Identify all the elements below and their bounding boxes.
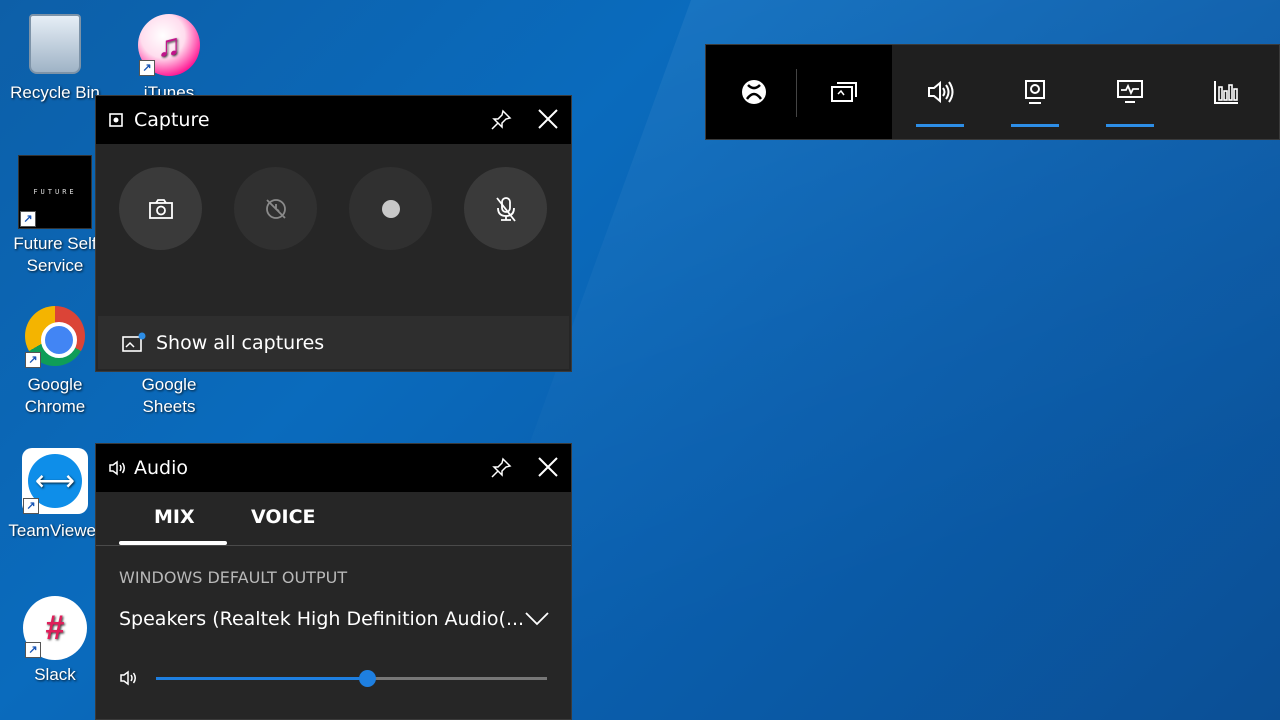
- audio-tabs: MIX VOICE: [96, 492, 571, 546]
- capture-widget-title: Capture: [134, 109, 210, 131]
- show-all-captures-label: Show all captures: [156, 331, 325, 354]
- volume-control: [119, 666, 549, 690]
- volume-slider-fill: [156, 677, 368, 680]
- desktop-icon-slack[interactable]: # ↗ Slack: [0, 596, 110, 686]
- volume-slider-thumb[interactable]: [359, 670, 377, 687]
- performance-widget-button[interactable]: [1082, 45, 1178, 139]
- shortcut-arrow-icon: ↗: [139, 60, 155, 76]
- active-indicator: [916, 124, 964, 127]
- close-icon[interactable]: [535, 454, 561, 480]
- show-all-captures-button[interactable]: Show all captures: [98, 316, 569, 369]
- desktop-icon-recycle-bin[interactable]: Recycle Bin: [0, 14, 110, 104]
- xbox-button[interactable]: [706, 45, 802, 139]
- output-device-name: Speakers (Realtek High Definition Audio(…: [119, 608, 525, 630]
- record-last-disabled-icon: [265, 198, 286, 219]
- pin-icon[interactable]: [489, 108, 513, 132]
- shortcut-arrow-icon: ↗: [23, 498, 39, 514]
- capture-widget: Capture Show all captures: [95, 95, 572, 372]
- active-indicator: [1106, 124, 1154, 127]
- record-button[interactable]: [349, 167, 432, 250]
- desktop-icon-teamviewer[interactable]: ⟷ ↗ TeamViewer: [0, 448, 110, 542]
- record-dot-icon: [381, 199, 400, 218]
- active-indicator: [1011, 124, 1059, 127]
- audio-widget-header[interactable]: Audio: [96, 444, 571, 492]
- xbox-icon: [742, 80, 766, 104]
- game-bar: [705, 44, 1280, 140]
- shortcut-arrow-icon: ↗: [25, 642, 41, 658]
- gallery-icon: [122, 332, 146, 352]
- widget-menu-icon: [831, 82, 857, 102]
- shortcut-arrow-icon: ↗: [25, 352, 41, 368]
- speaker-icon[interactable]: [119, 669, 141, 687]
- widget-menu-button[interactable]: [796, 45, 892, 139]
- chevron-down-icon: [525, 612, 549, 626]
- capture-widget-icon: [109, 113, 123, 127]
- tab-mix[interactable]: MIX: [154, 506, 195, 528]
- capture-icon: [1025, 80, 1045, 104]
- desktop-icon-future-self-service[interactable]: FUTURE ↗ Future Self Service: [0, 155, 110, 277]
- audio-widget-button[interactable]: [892, 45, 988, 139]
- record-last-button[interactable]: [234, 167, 317, 250]
- resources-widget-button[interactable]: [1178, 45, 1274, 139]
- speaker-icon: [928, 80, 954, 104]
- close-icon[interactable]: [535, 106, 561, 132]
- capture-buttons: [96, 144, 571, 250]
- speaker-icon: [109, 460, 125, 476]
- output-device-dropdown[interactable]: Speakers (Realtek High Definition Audio(…: [119, 608, 549, 630]
- shortcut-arrow-icon: ↗: [20, 211, 36, 227]
- performance-icon: [1117, 80, 1143, 103]
- audio-widget: Audio MIX VOICE WINDOWS DEFAULT OUTPUT S…: [95, 443, 572, 720]
- camera-icon: [148, 198, 173, 219]
- mic-off-icon: [495, 196, 516, 222]
- desktop-icon-google-chrome[interactable]: ↗ Google Chrome: [0, 306, 110, 418]
- screenshot-button[interactable]: [119, 167, 202, 250]
- recycle-bin-icon: [29, 14, 81, 74]
- active-tab-indicator: [119, 541, 227, 545]
- pin-icon[interactable]: [489, 456, 513, 480]
- capture-widget-button[interactable]: [987, 45, 1083, 139]
- audio-widget-title: Audio: [134, 457, 189, 479]
- output-section-label: WINDOWS DEFAULT OUTPUT: [119, 568, 348, 587]
- desktop-icon-itunes[interactable]: ♫ ↗ iTunes: [114, 14, 224, 104]
- capture-widget-header[interactable]: Capture: [96, 96, 571, 144]
- mic-toggle-button[interactable]: [464, 167, 547, 250]
- resources-icon: [1214, 81, 1238, 104]
- tab-voice[interactable]: VOICE: [251, 506, 316, 528]
